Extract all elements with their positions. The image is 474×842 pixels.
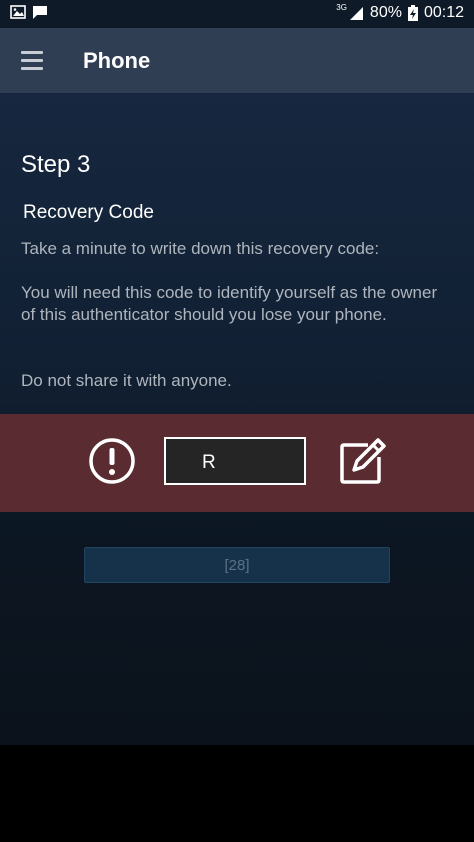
warning-text: Do not share it with anyone.: [21, 371, 232, 390]
instruction-text: Take a minute to write down this recover…: [21, 239, 380, 258]
recovery-code: R: [202, 452, 216, 473]
battery-icon: [407, 5, 418, 21]
edit-icon[interactable]: [338, 436, 388, 486]
message-icon: [33, 6, 47, 19]
section-title: Recovery Code: [23, 202, 154, 223]
screen: 3G 80% 00:12 Phone Step 3 Recovery Code …: [0, 0, 474, 842]
app-bar: Phone: [0, 28, 474, 94]
status-bar: 3G 80% 00:12: [0, 0, 474, 28]
explanation-text: You will need this code to identify your…: [21, 283, 438, 324]
clock: 00:12: [423, 4, 464, 21]
status-right: 3G 80% 00:12: [336, 2, 464, 22]
app-title: Phone: [83, 48, 151, 73]
signal-icon: [349, 6, 363, 20]
countdown-button[interactable]: [28]: [84, 547, 390, 583]
menu-icon[interactable]: [14, 45, 50, 75]
alert-icon: [89, 438, 135, 484]
battery-percent: 80%: [369, 4, 402, 21]
recovery-code-panel: R: [0, 414, 474, 512]
network-type: 3G: [336, 2, 347, 12]
status-left: [10, 5, 48, 20]
step-title: Step 3: [21, 151, 91, 178]
recovery-code-box: R: [164, 437, 306, 485]
image-icon: [10, 5, 26, 19]
main-content: Step 3 Recovery Code Take a minute to wr…: [0, 93, 474, 745]
